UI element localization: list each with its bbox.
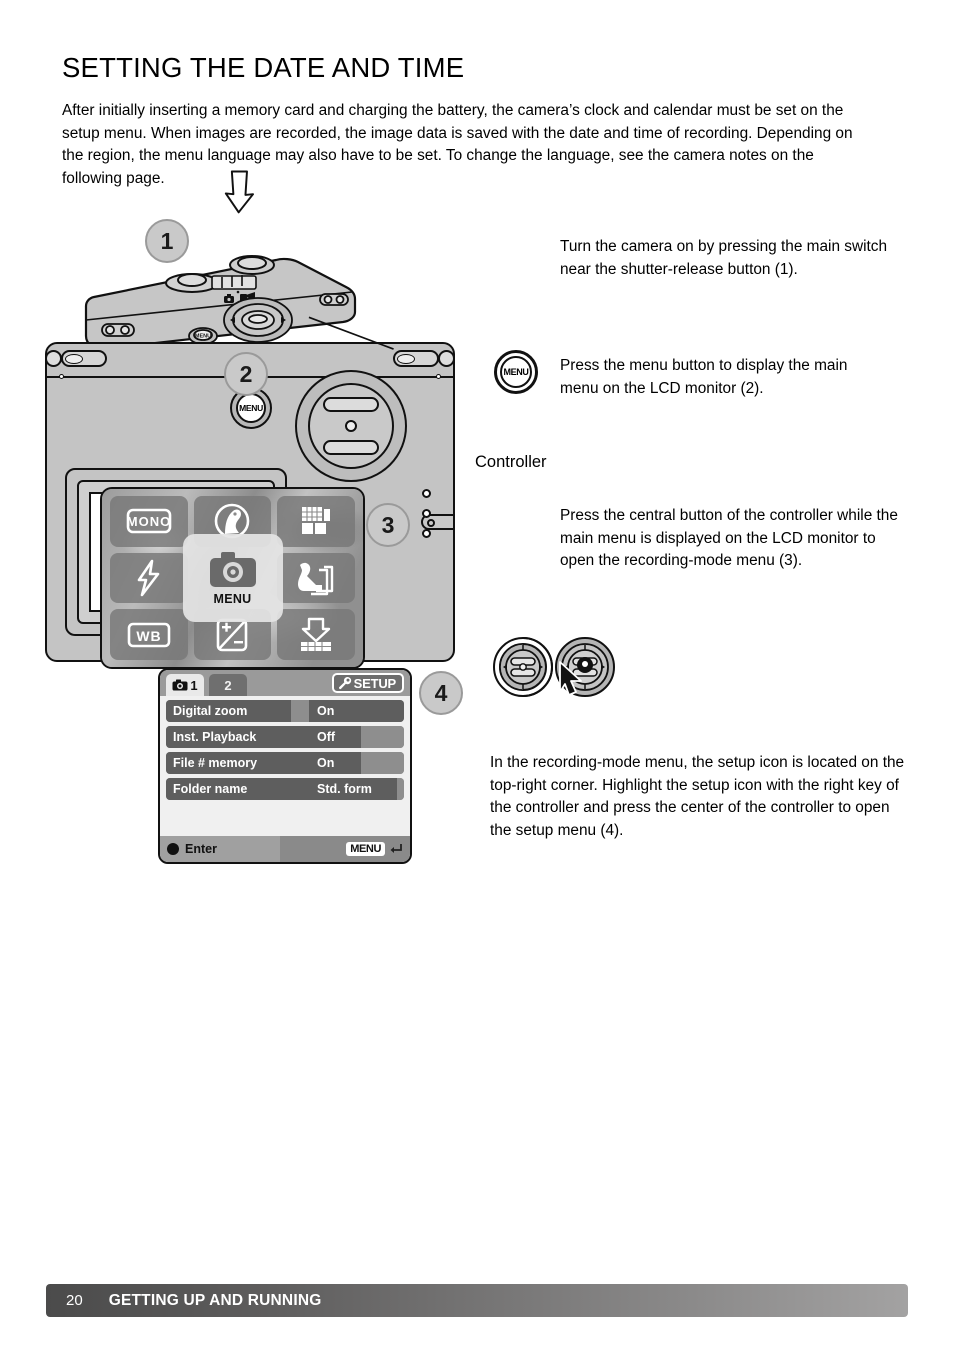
led-indicator-1	[422, 489, 431, 498]
controller-key-illustrations	[492, 636, 632, 698]
page-number: 20	[66, 1292, 83, 1309]
svg-text:WB: WB	[136, 628, 161, 644]
controller-center-button[interactable]	[345, 420, 357, 432]
menu-rows: Digital zoom On Inst. Playback Off File …	[160, 696, 410, 800]
enter-button-icon	[167, 843, 179, 855]
menu-tab-2-label: 2	[224, 677, 232, 693]
step-bubble-1: 1	[145, 219, 189, 263]
menu-tab-1-label: 1	[190, 677, 198, 693]
controller-down-key[interactable]	[323, 440, 379, 455]
camera-icon	[209, 552, 256, 587]
image-quality-icon[interactable]	[277, 496, 355, 547]
svg-text:MONO: MONO	[127, 514, 171, 529]
viewfinder-lens-right	[438, 350, 455, 367]
controller-center-press-illustration	[555, 637, 615, 697]
row-value: On	[309, 700, 404, 722]
table-row[interactable]: Inst. Playback Off	[166, 726, 404, 748]
wrench-icon	[338, 676, 351, 690]
controller-up-key[interactable]	[323, 397, 379, 412]
menu-button-icon	[494, 350, 538, 394]
row-name: Digital zoom	[166, 700, 291, 722]
instruction-step-1: Turn the camera on by pressing the main …	[560, 238, 888, 278]
table-row[interactable]: Folder name Std. form	[166, 778, 404, 800]
indicator-dot-right	[436, 374, 441, 379]
camera-top-illustration: MENU	[80, 248, 370, 353]
drive-mode-icon[interactable]	[277, 552, 355, 604]
footer-section-title: GETTING UP AND RUNNING	[108, 1291, 322, 1309]
menu-tab-1[interactable]: 1	[166, 674, 204, 696]
recording-mode-menu-panel: 1 2 SETUP Digital zoom On Inst. Playback…	[158, 668, 412, 864]
row-name: Inst. Playback	[166, 726, 309, 748]
viewfinder-right	[393, 350, 439, 367]
controller-right-key-illustration	[493, 637, 553, 697]
instruction-step-2: Press the menu button to display the mai…	[560, 357, 848, 397]
main-menu-center-label: MENU	[213, 592, 252, 606]
viewfinder-lens-left	[45, 350, 62, 367]
step-bubble-2: 2	[224, 352, 268, 396]
instruction-step-4: In the recording-mode menu, the setup ic…	[490, 754, 905, 839]
main-menu-center-button[interactable]: MENU	[182, 534, 283, 622]
row-value: Off	[309, 726, 361, 748]
flash-mode-icon[interactable]	[110, 552, 188, 604]
row-name: File # memory	[166, 752, 309, 774]
return-arrow-icon	[390, 844, 402, 853]
setup-tab[interactable]: SETUP	[331, 673, 404, 693]
enter-label: Enter	[185, 842, 217, 856]
viewfinder-left	[61, 350, 107, 367]
instruction-step-3: Press the central button of the controll…	[560, 507, 898, 570]
menu-tab-row: 1 2 SETUP	[160, 670, 410, 696]
camera-icon	[172, 679, 188, 691]
monochrome-icon[interactable]: MONO	[110, 496, 188, 547]
table-row[interactable]: Digital zoom On	[166, 700, 404, 722]
row-name: Folder name	[166, 778, 309, 800]
row-value: On	[309, 752, 361, 774]
camera-controller-pad[interactable]	[295, 370, 407, 482]
white-balance-icon[interactable]: WB	[110, 609, 188, 660]
svg-text:MENU: MENU	[195, 334, 211, 340]
menu-key-label: MENU	[346, 842, 385, 856]
indicator-dot-left	[59, 374, 64, 379]
controller-callout-label: Controller	[475, 453, 547, 471]
led-indicator-2	[422, 509, 431, 518]
menu-footer-bar: Enter MENU	[160, 836, 410, 862]
step-bubble-3: 3	[366, 503, 410, 547]
image-size-icon[interactable]	[277, 609, 355, 660]
table-row[interactable]: File # memory On	[166, 752, 404, 774]
step-bubble-4: 4	[419, 671, 463, 715]
illustration-group: MENU MENU MONO WB MENU 1 2 SETUP Digital…	[0, 0, 500, 864]
led-indicator-3	[422, 529, 431, 538]
page-footer: 20 GETTING UP AND RUNNING	[46, 1284, 908, 1317]
lcd-main-menu: MONO WB MENU	[100, 487, 365, 669]
manual-page: SETTING THE DATE AND TIME After initiall…	[0, 0, 954, 1352]
menu-tab-2[interactable]: 2	[209, 674, 247, 696]
setup-tab-label: SETUP	[353, 675, 397, 691]
row-value: Std. form	[309, 778, 397, 800]
